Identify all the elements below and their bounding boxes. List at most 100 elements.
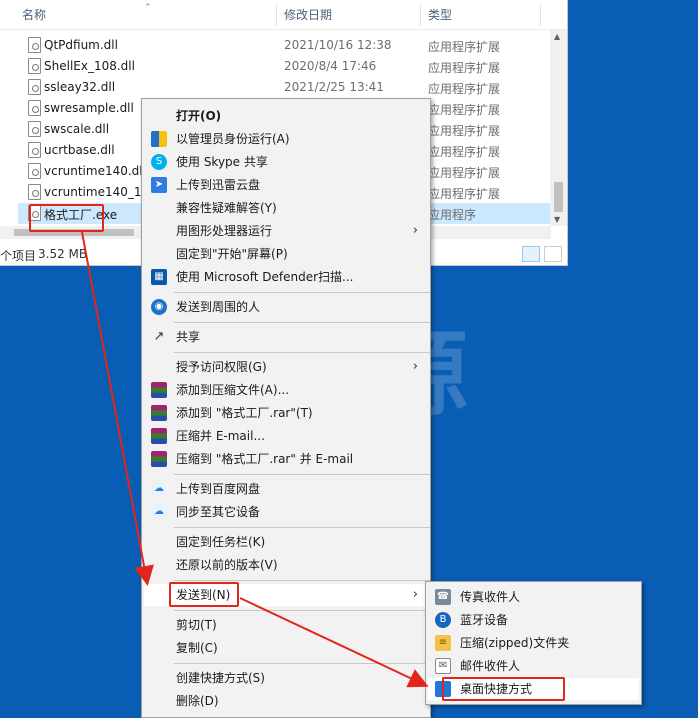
file-date: 2020/8/4 17:46	[284, 59, 377, 73]
large-icons-view-icon[interactable]	[544, 246, 562, 262]
file-name: vcruntime140.dll	[44, 164, 146, 178]
submenu-item-bluetooth[interactable]: B 蓝牙设备	[428, 609, 639, 631]
menu-item-add-rar[interactable]: 添加到 "格式工厂.rar"(T)	[144, 402, 428, 424]
file-type: 应用程序扩展	[428, 187, 501, 201]
menu-item-gpu-run[interactable]: 用图形处理器运行 ›	[144, 220, 428, 242]
share-icon: ↗	[153, 329, 165, 344]
zip-folder-icon: ≡	[435, 635, 451, 651]
menu-item-grant-access[interactable]: 授予访问权限(G) ›	[144, 356, 428, 378]
dll-file-icon	[28, 163, 41, 179]
file-type: 应用程序扩展	[428, 40, 501, 54]
skype-icon: S	[151, 154, 167, 170]
shield-icon	[151, 131, 167, 147]
winrar-icon	[151, 405, 167, 421]
menu-separator	[174, 610, 430, 611]
menu-item-compress-email[interactable]: 压缩并 E-mail...	[144, 425, 428, 447]
menu-separator	[174, 663, 430, 664]
menu-item-compatibility[interactable]: 兼容性疑难解答(Y)	[144, 197, 428, 219]
column-separator[interactable]	[420, 4, 421, 26]
menu-item-share[interactable]: ↗ 共享	[144, 326, 428, 348]
baidu-cloud-icon: ☁	[151, 504, 167, 520]
column-date-header[interactable]: 修改日期	[284, 0, 332, 30]
file-type: 应用程序扩展	[428, 166, 501, 180]
scrollbar-thumb[interactable]	[554, 182, 563, 212]
item-count-label: 个项目	[0, 249, 37, 263]
sort-chevron-icon: ⌃	[144, 3, 152, 13]
nearby-share-icon: ◉	[151, 299, 167, 315]
file-row[interactable]: QtPdfium.dll 2021/10/16 12:38 应用程序扩展	[18, 35, 550, 56]
file-type: 应用程序扩展	[428, 103, 501, 117]
menu-item-cut[interactable]: 剪切(T)	[144, 614, 428, 636]
file-name: ucrtbase.dll	[44, 143, 115, 157]
menu-separator	[174, 474, 430, 475]
file-type: 应用程序扩展	[428, 82, 501, 96]
dll-file-icon	[28, 37, 41, 53]
menu-item-compress-rar-email[interactable]: 压缩到 "格式工厂.rar" 并 E-mail	[144, 448, 428, 470]
dll-file-icon	[28, 79, 41, 95]
column-type-header[interactable]: 类型	[428, 0, 452, 30]
menu-item-copy[interactable]: 复制(C)	[144, 637, 428, 659]
vertical-scrollbar[interactable]: ▲ ▼	[550, 30, 567, 226]
winrar-icon	[151, 428, 167, 444]
file-row[interactable]: ssleay32.dll 2021/2/25 13:41 应用程序扩展	[18, 77, 550, 98]
column-name-header[interactable]: 名称	[22, 0, 46, 30]
menu-item-pin-start[interactable]: 固定到"开始"屏幕(P)	[144, 243, 428, 265]
menu-separator	[174, 292, 430, 293]
bluetooth-icon: B	[435, 612, 451, 628]
file-type: 应用程序扩展	[428, 145, 501, 159]
submenu-arrow-icon: ›	[412, 223, 418, 238]
details-view-icon[interactable]	[522, 246, 540, 262]
winrar-icon	[151, 451, 167, 467]
dll-file-icon	[28, 142, 41, 158]
column-separator[interactable]	[276, 4, 277, 26]
column-separator[interactable]	[540, 4, 541, 26]
menu-item-open[interactable]: 打开(O)	[144, 105, 428, 127]
menu-item-skype-share[interactable]: S 使用 Skype 共享	[144, 151, 428, 173]
selection-size: 3.52 MB	[38, 247, 88, 261]
menu-item-restore-versions[interactable]: 还原以前的版本(V)	[144, 554, 428, 576]
mail-icon: ✉	[435, 658, 451, 674]
column-header-row: 名称 ⌃ 修改日期 类型	[0, 0, 567, 30]
menu-item-thunder-upload[interactable]: ➤ 上传到迅雷云盘	[144, 174, 428, 196]
file-row[interactable]: ShellEx_108.dll 2020/8/4 17:46 应用程序扩展	[18, 56, 550, 77]
submenu-arrow-icon: ›	[412, 587, 418, 602]
highlight-box-send-to	[169, 582, 239, 607]
file-type: 应用程序扩展	[428, 124, 501, 138]
menu-separator	[174, 322, 430, 323]
winrar-icon	[151, 382, 167, 398]
submenu-item-mail[interactable]: ✉ 邮件收件人	[428, 655, 639, 677]
file-type: 应用程序扩展	[428, 61, 501, 75]
file-name: swscale.dll	[44, 122, 110, 136]
scroll-down-icon[interactable]: ▼	[554, 215, 560, 224]
thunder-icon: ➤	[151, 177, 167, 193]
menu-item-add-archive[interactable]: 添加到压缩文件(A)...	[144, 379, 428, 401]
menu-item-pin-taskbar[interactable]: 固定到任务栏(K)	[144, 531, 428, 553]
file-name: vcruntime140_1.d	[44, 185, 153, 199]
dll-file-icon	[28, 100, 41, 116]
dll-file-icon	[28, 121, 41, 137]
defender-icon: ▦	[151, 269, 167, 285]
fax-icon: ☎	[435, 589, 451, 605]
menu-item-create-shortcut[interactable]: 创建快捷方式(S)	[144, 667, 428, 689]
submenu-item-fax[interactable]: ☎ 传真收件人	[428, 586, 639, 608]
dll-file-icon	[28, 58, 41, 74]
submenu-item-zip[interactable]: ≡ 压缩(zipped)文件夹	[428, 632, 639, 654]
menu-item-nearby-share[interactable]: ◉ 发送到周围的人	[144, 296, 428, 318]
highlight-box-desktop-shortcut	[442, 677, 565, 701]
menu-separator	[174, 580, 430, 581]
file-date: 2021/2/25 13:41	[284, 80, 384, 94]
dll-file-icon	[28, 184, 41, 200]
file-name: ShellEx_108.dll	[44, 59, 135, 73]
file-name: ssleay32.dll	[44, 80, 116, 94]
menu-item-delete[interactable]: 删除(D)	[144, 690, 428, 712]
baidu-cloud-icon: ☁	[151, 481, 167, 497]
arrow-file-to-send-to	[81, 231, 154, 586]
menu-item-sync-devices[interactable]: ☁ 同步至其它设备	[144, 501, 428, 523]
file-name: QtPdfium.dll	[44, 38, 118, 52]
file-name: swresample.dll	[44, 101, 134, 115]
menu-item-baidu-upload[interactable]: ☁ 上传到百度网盘	[144, 478, 428, 500]
menu-item-run-as-admin[interactable]: 以管理员身份运行(A)	[144, 128, 428, 150]
file-type: 应用程序	[428, 208, 477, 222]
menu-item-defender-scan[interactable]: ▦ 使用 Microsoft Defender扫描...	[144, 266, 428, 288]
scroll-up-icon[interactable]: ▲	[554, 32, 560, 41]
